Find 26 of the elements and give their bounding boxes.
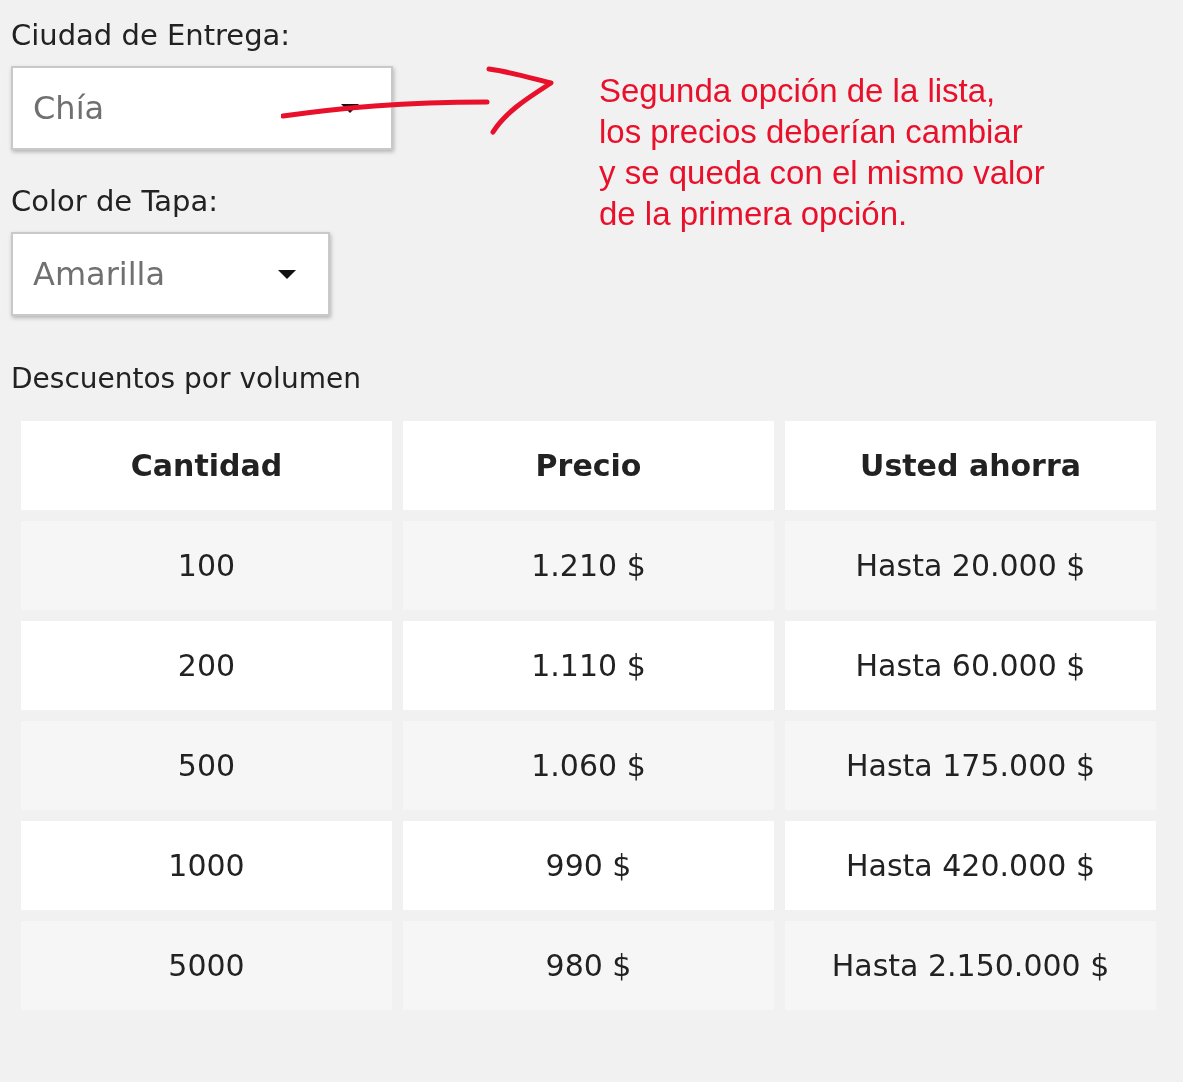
caret-icon: [341, 103, 359, 113]
dropdown[interactable]: Chía: [11, 66, 393, 150]
table-cell: 1.210 $: [403, 521, 774, 610]
table-cell: 980 $: [403, 921, 774, 1010]
section-title: Descuentos por volumen: [11, 362, 362, 395]
table-cell: Hasta 175.000 $: [785, 721, 1156, 810]
field-label: Ciudad de Entrega:: [11, 18, 291, 52]
table-cell: 100: [21, 521, 392, 610]
column-header: Cantidad: [21, 421, 392, 510]
column-header: Usted ahorra: [785, 421, 1156, 510]
table-cell: 500: [21, 721, 392, 810]
table-cell: Hasta 20.000 $: [785, 521, 1156, 610]
annotation-text: Segunda opción de la lista, los precios deberían cambiar y se queda con el mismo valor de la primera opción.: [599, 71, 1045, 234]
dropdown[interactable]: Amarilla: [11, 232, 330, 316]
caret-icon: [278, 269, 296, 279]
table-cell: 200: [21, 621, 392, 710]
field-label: Color de Tapa:: [11, 184, 219, 218]
column-header: Precio: [403, 421, 774, 510]
table-cell: 5000: [21, 921, 392, 1010]
table-cell: 1.110 $: [403, 621, 774, 710]
table-cell: 1.060 $: [403, 721, 774, 810]
table-cell: Hasta 420.000 $: [785, 821, 1156, 910]
table-cell: Hasta 2.150.000 $: [785, 921, 1156, 1010]
table-cell: Hasta 60.000 $: [785, 621, 1156, 710]
table-cell: 990 $: [403, 821, 774, 910]
table-cell: 1000: [21, 821, 392, 910]
